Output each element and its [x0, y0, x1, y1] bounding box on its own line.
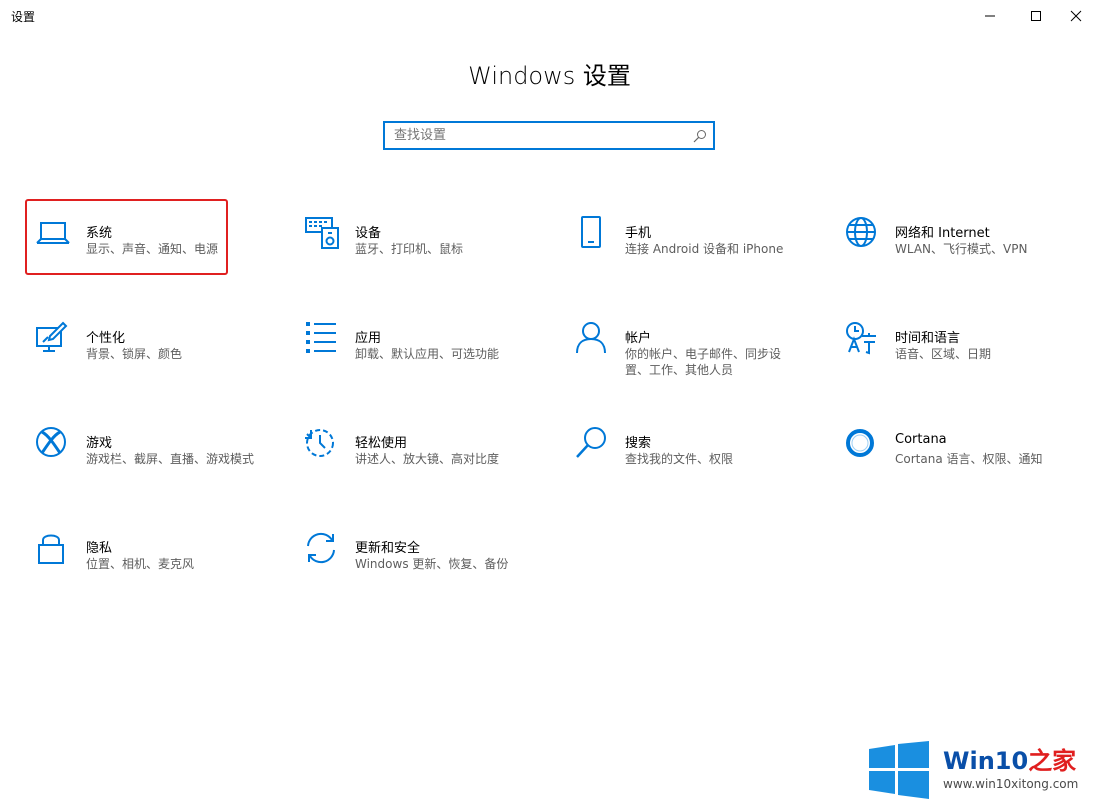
tile-subtitle: 连接 Android 设备和 iPhone	[625, 242, 784, 256]
search-input[interactable]	[385, 123, 694, 148]
laptop-icon	[36, 216, 70, 250]
search-icon	[693, 130, 706, 143]
tile-title: 轻松使用	[355, 436, 408, 451]
tile-personalization[interactable]: 个性化 背景、锁屏、颜色	[36, 321, 286, 391]
maximize-icon	[1031, 11, 1041, 21]
tile-title: 网络和 Internet	[895, 226, 990, 241]
tile-subtitle: 你的帐户、电子邮件、同步设置、工作、其他人员	[625, 347, 782, 377]
tile-time-language[interactable]: 时间和语言 语音、区域、日期	[845, 321, 1095, 391]
tile-subtitle: 显示、声音、通知、电源	[86, 242, 219, 256]
tile-privacy[interactable]: 隐私 位置、相机、麦克风	[36, 531, 286, 601]
tile-subtitle: 卸载、默认应用、可选功能	[355, 347, 500, 361]
tile-subtitle: 位置、相机、麦克风	[86, 557, 195, 571]
tile-title: Cortana	[895, 432, 947, 447]
close-icon	[1070, 10, 1082, 22]
tile-search[interactable]: 搜索 查找我的文件、权限	[575, 426, 825, 496]
watermark: Win10之家 www.win10xitong.com	[868, 741, 1090, 801]
apps-icon	[305, 321, 339, 355]
tile-title: 系统	[86, 226, 113, 241]
ease-of-access-icon	[305, 426, 339, 460]
cortana-icon	[845, 426, 879, 460]
tile-subtitle: Cortana 语言、权限、通知	[895, 452, 1043, 466]
tile-gaming[interactable]: 游戏 游戏栏、截屏、直播、游戏模式	[36, 426, 286, 496]
globe-icon	[845, 216, 879, 250]
windows-logo-icon	[869, 741, 929, 799]
close-button[interactable]	[1053, 0, 1099, 32]
tile-title: 帐户	[625, 331, 652, 346]
tile-subtitle: Windows 更新、恢复、备份	[355, 557, 509, 571]
minimize-button[interactable]	[967, 0, 1013, 32]
title-bar: 设置	[0, 0, 1099, 32]
tile-update-security[interactable]: 更新和安全 Windows 更新、恢复、备份	[305, 531, 555, 601]
window-title: 设置	[11, 10, 36, 24]
page-title: Windows 设置	[468, 62, 631, 90]
tile-title: 设备	[355, 226, 382, 241]
tile-phone[interactable]: 手机 连接 Android 设备和 iPhone	[575, 216, 825, 286]
magnifier-icon	[575, 426, 609, 460]
tile-system[interactable]: 系统 显示、声音、通知、电源	[36, 216, 286, 286]
watermark-brand: Win10之家	[943, 741, 1076, 776]
tile-subtitle: WLAN、飞行模式、VPN	[895, 242, 1028, 256]
tile-title: 应用	[355, 331, 382, 346]
tile-network[interactable]: 网络和 Internet WLAN、飞行模式、VPN	[845, 216, 1095, 286]
phone-icon	[575, 216, 609, 250]
tile-subtitle: 讲述人、放大镜、高对比度	[355, 452, 500, 466]
tile-subtitle: 查找我的文件、权限	[625, 452, 734, 466]
tile-ease-of-access[interactable]: 轻松使用 讲述人、放大镜、高对比度	[305, 426, 555, 496]
tile-devices[interactable]: 设备 蓝牙、打印机、鼠标	[305, 216, 555, 286]
sync-icon	[305, 531, 339, 565]
tile-title: 游戏	[86, 436, 113, 451]
watermark-brand-main: Win10	[943, 747, 1029, 775]
tile-accounts[interactable]: 帐户 你的帐户、电子邮件、同步设置、工作、其他人员	[575, 321, 825, 391]
time-language-icon	[845, 321, 879, 355]
tile-title: 手机	[625, 226, 652, 241]
tile-title: 隐私	[86, 541, 113, 556]
tile-title: 更新和安全	[355, 541, 421, 556]
tile-subtitle: 游戏栏、截屏、直播、游戏模式	[86, 452, 255, 466]
minimize-icon	[985, 15, 995, 17]
tile-title: 时间和语言	[895, 331, 961, 346]
person-icon	[575, 321, 609, 355]
tile-subtitle: 语音、区域、日期	[895, 347, 992, 361]
watermark-url: www.win10xitong.com	[943, 777, 1079, 791]
watermark-brand-suffix: 之家	[1028, 747, 1077, 775]
search-box[interactable]	[383, 121, 715, 150]
tile-apps[interactable]: 应用 卸载、默认应用、可选功能	[305, 321, 555, 391]
tile-title: 搜索	[625, 436, 652, 451]
keyboard-icon	[305, 216, 339, 250]
tile-subtitle: 背景、锁屏、颜色	[86, 347, 183, 361]
lock-icon	[36, 531, 70, 565]
personalization-icon	[36, 321, 70, 355]
xbox-icon	[36, 426, 70, 460]
tile-subtitle: 蓝牙、打印机、鼠标	[355, 242, 464, 256]
tile-cortana[interactable]: Cortana Cortana 语言、权限、通知	[845, 426, 1095, 496]
tile-title: 个性化	[86, 331, 126, 346]
